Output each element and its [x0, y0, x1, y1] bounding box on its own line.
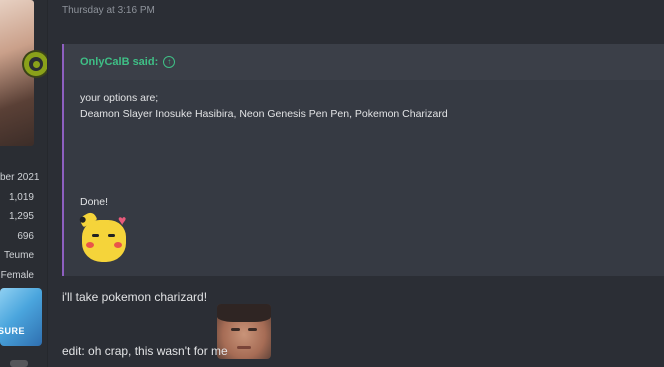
- stat-messages: 1,019: [8, 191, 34, 203]
- stat-joined: ber 2021: [0, 172, 40, 183]
- quote-author[interactable]: OnlyCalB said:: [80, 56, 158, 68]
- quote-block: OnlyCalB said: ↑ your options are; Deamo…: [62, 44, 664, 276]
- reply-line-2: edit: oh crap, this wasn't for me: [62, 344, 228, 358]
- quote-done-text: Done!: [80, 196, 109, 208]
- arrow-up-circle-icon[interactable]: ↑: [163, 56, 176, 68]
- quote-header[interactable]: OnlyCalB said: ↑: [64, 44, 664, 80]
- stat-gender: Female: [0, 269, 34, 281]
- quote-line-2: Deamon Slayer Inosuke Hasibira, Neon Gen…: [80, 108, 448, 120]
- quote-text: your options are; Deamon Slayer Inosuke …: [64, 80, 664, 122]
- pikachu-sticker: ♥: [78, 210, 134, 264]
- user-stats: ber 2021 1,019 1,295 696 Teume Female: [0, 172, 40, 290]
- stat-team: Teume: [3, 250, 34, 262]
- stat-reactions: 1,295: [8, 211, 34, 223]
- user-badge: [10, 360, 28, 367]
- user-banner: SURE: [0, 288, 42, 346]
- stat-points: 696: [17, 230, 34, 242]
- quote-line-1: your options are;: [80, 92, 159, 104]
- post-timestamp[interactable]: Thursday at 3:16 PM: [62, 5, 155, 16]
- user-sidebar: ber 2021 1,019 1,295 696 Teume Female SU…: [0, 0, 48, 367]
- reply-line-1: i'll take pokemon charizard!: [62, 290, 208, 304]
- online-status-icon: [24, 52, 47, 76]
- heart-icon: ♥: [118, 212, 127, 228]
